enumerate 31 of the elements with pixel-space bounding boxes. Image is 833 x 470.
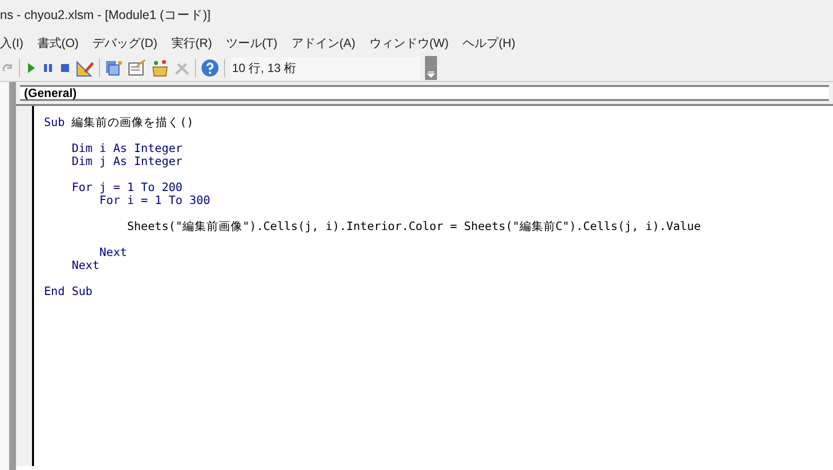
run-icon[interactable]: [25, 62, 37, 74]
toolbar-grip-icon[interactable]: [425, 56, 437, 80]
code-keyword: Sub: [44, 116, 65, 129]
code-keyword: For j = 1 To 200: [70, 181, 182, 194]
menu-item[interactable]: ツール(T): [219, 34, 284, 52]
cursor-position: 10 行, 13 桁: [232, 60, 296, 77]
code-keyword: Next: [98, 246, 128, 259]
code-keyword: End Sub: [44, 285, 92, 298]
project-explorer-icon[interactable]: [105, 59, 123, 77]
code-text: 編集前の画像を描く(): [70, 116, 194, 129]
code-keyword: Next: [70, 259, 100, 272]
pause-icon[interactable]: [42, 62, 54, 74]
menu-item[interactable]: ウィンドウ(W): [362, 34, 456, 52]
code-keyword: For i = 1 To 300: [98, 194, 210, 207]
menu-item[interactable]: アドイン(A): [284, 34, 362, 52]
box-icon[interactable]: [151, 59, 169, 77]
properties-icon[interactable]: [128, 59, 146, 77]
code-keyword: Dim i As Integer: [70, 142, 182, 155]
code-keyword: Dim j As Integer: [70, 155, 182, 168]
menu-item[interactable]: デバッグ(D): [86, 34, 164, 52]
code-editor[interactable]: Sub 編集前の画像を描く() Dim i As Integer Dim j As Integer For j = 1 To 200 For i = 1 To 300 Sheets("編集前画像").Cells(j, i).Interior.Color = Sheets("編集前C").Cells(j, i).Value Next Next End Sub: [34, 106, 833, 466]
code-text: Sheets("編集前画像").Cells(j, i).Interior.Color = Sheets("編集前C").Cells(j, i).Value: [126, 220, 701, 233]
menu-item[interactable]: 実行(R): [164, 34, 219, 52]
help-icon[interactable]: [201, 59, 219, 77]
menu-item[interactable]: 書式(O): [30, 34, 86, 52]
window-title: ns - chyou2.xlsm - [Module1 (コード)]: [0, 6, 211, 24]
stop-icon[interactable]: [59, 62, 71, 74]
ruler-pencil-icon[interactable]: [76, 59, 94, 77]
menu-item[interactable]: 入(I): [0, 34, 30, 52]
object-dropdown[interactable]: (General): [20, 85, 829, 101]
menu-item[interactable]: ヘルプ(H): [456, 34, 522, 52]
